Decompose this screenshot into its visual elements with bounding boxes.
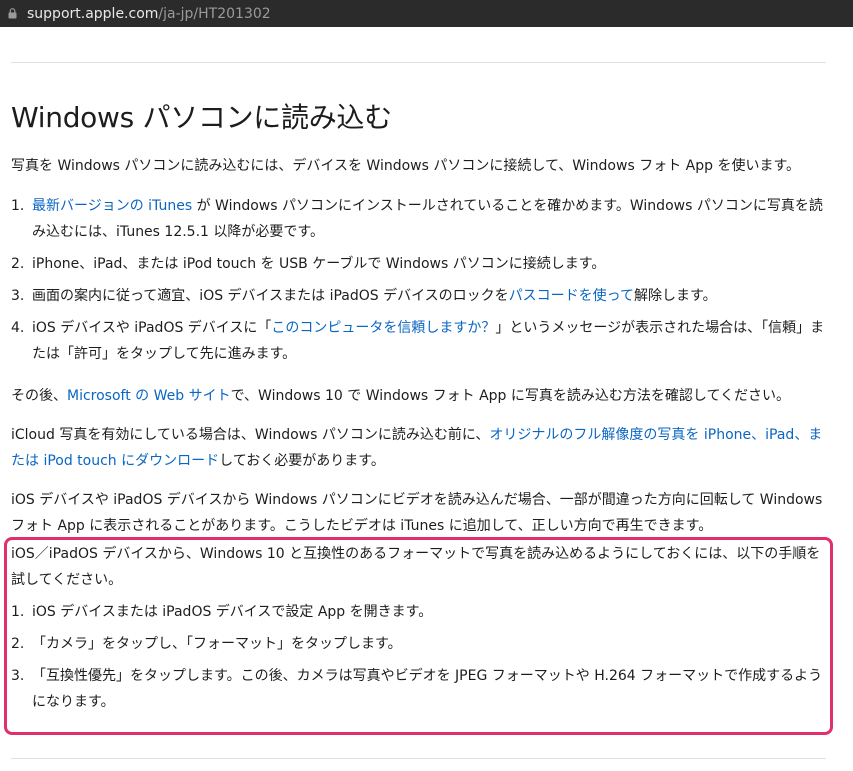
highlighted-section: iOS／iPadOS デバイスから、Windows 10 と互換性のあるフォーマ… — [11, 541, 831, 721]
url-domain: support.apple.com — [27, 5, 159, 22]
step-number: 1. — [11, 604, 25, 620]
step-number: 2. — [11, 636, 25, 652]
intro-paragraph: 写真を Windows パソコンに読み込むには、デバイスを Windows パソ… — [11, 158, 801, 174]
bottom-divider — [11, 758, 826, 759]
list-item: 4. iOS デバイスや iPadOS デバイスに「このコンピュータを信頼します… — [11, 315, 831, 367]
step-text: 解除します。 — [634, 288, 717, 304]
list-item: 2. iPhone、iPad、または iPod touch を USB ケーブル… — [11, 251, 831, 277]
step-text: 「カメラ」をタップし、「フォーマット」をタップします。 — [32, 636, 402, 652]
article-body: Windows パソコンに読み込む 写真を Windows パソコンに読み込むに… — [11, 96, 831, 539]
steps-list: 1. 最新バージョンの iTunes が Windows パソコンにインストール… — [11, 193, 831, 367]
latest-itunes-link[interactable]: 最新バージョンの iTunes — [32, 198, 192, 214]
browser-address-bar[interactable]: support.apple.com/ja-jp/HT201302 — [0, 0, 853, 27]
step-number: 3. — [11, 288, 25, 304]
step-text: 画面の案内に従って適宜、iOS デバイスまたは iPadOS デバイスのロックを — [32, 288, 509, 304]
step-number: 3. — [11, 668, 25, 684]
step-number: 2. — [11, 256, 25, 272]
para-text: しておく必要があります。 — [219, 453, 385, 469]
url-path: /ja-jp/HT201302 — [158, 5, 271, 22]
step-text: iPhone、iPad、または iPod touch を USB ケーブルで W… — [32, 256, 606, 272]
para-text: で、Windows 10 で Windows フォト App に写真を読み込む方… — [230, 388, 791, 404]
highlight-intro: iOS／iPadOS デバイスから、Windows 10 と互換性のあるフォーマ… — [11, 546, 821, 588]
microsoft-paragraph: その後、Microsoft の Web サイトで、Windows 10 で Wi… — [11, 383, 831, 409]
video-paragraph: iOS デバイスや iPadOS デバイスから Windows パソコンにビデオ… — [11, 492, 823, 534]
list-item: 1. 最新バージョンの iTunes が Windows パソコンにインストール… — [11, 193, 831, 245]
step-text: 「互換性優先」をタップします。この後、カメラは写真やビデオを JPEG フォーマ… — [32, 668, 823, 710]
step-number: 4. — [11, 320, 25, 336]
para-text: iCloud 写真を有効にしている場合は、Windows パソコンに読み込む前に… — [11, 427, 490, 443]
step-text: iOS デバイスや iPadOS デバイスに「 — [32, 320, 272, 336]
page-title: Windows パソコンに読み込む — [11, 101, 392, 134]
list-item: 2. 「カメラ」をタップし、「フォーマット」をタップします。 — [11, 631, 831, 657]
list-item: 1. iOS デバイスまたは iPadOS デバイスで設定 App を開きます。 — [11, 599, 831, 625]
top-divider — [11, 62, 826, 63]
icloud-paragraph: iCloud 写真を有効にしている場合は、Windows パソコンに読み込む前に… — [11, 422, 831, 474]
format-steps-list: 1. iOS デバイスまたは iPadOS デバイスで設定 App を開きます。… — [11, 599, 831, 715]
list-item: 3. 「互換性優先」をタップします。この後、カメラは写真やビデオを JPEG フ… — [11, 663, 831, 715]
step-number: 1. — [11, 198, 25, 214]
microsoft-web-link[interactable]: Microsoft の Web サイト — [67, 388, 231, 404]
step-text: iOS デバイスまたは iPadOS デバイスで設定 App を開きます。 — [32, 604, 433, 620]
passcode-link[interactable]: パスコードを使って — [509, 288, 634, 304]
lock-icon — [8, 8, 17, 19]
para-text: その後、 — [11, 388, 67, 404]
list-item: 3. 画面の案内に従って適宜、iOS デバイスまたは iPadOS デバイスのロ… — [11, 283, 831, 309]
trust-computer-link[interactable]: このコンピュータを信頼しますか？ — [271, 320, 495, 336]
